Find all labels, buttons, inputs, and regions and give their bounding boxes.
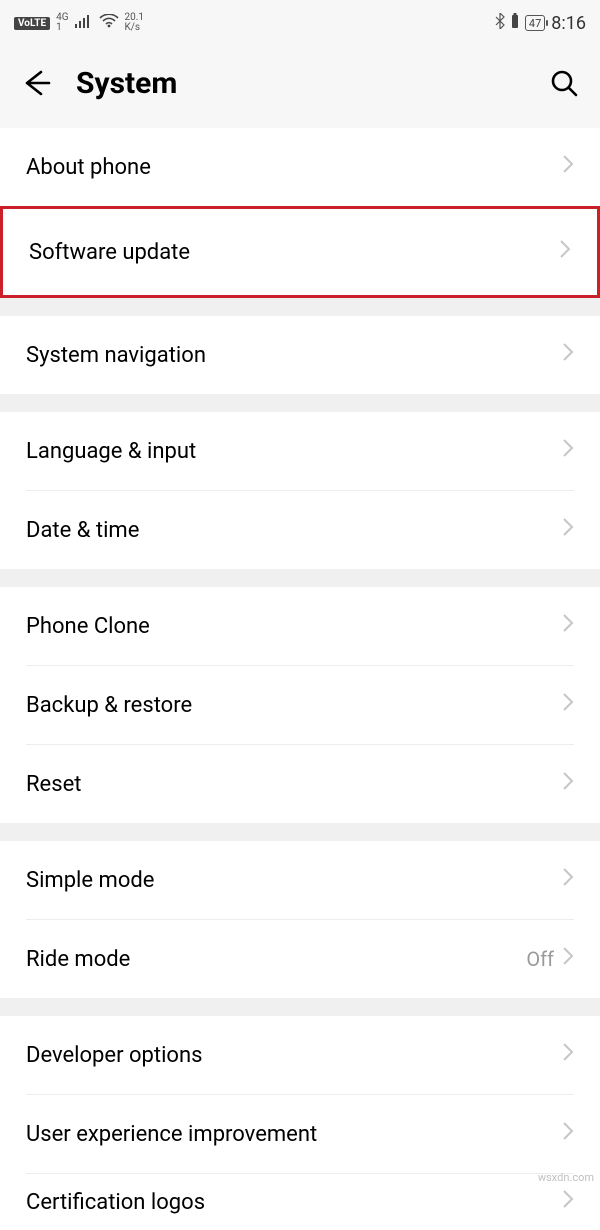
row-label: Date & time bbox=[26, 518, 562, 543]
battery-full-icon bbox=[511, 13, 519, 33]
chevron-right-icon bbox=[562, 342, 574, 368]
row-label: Language & input bbox=[26, 439, 562, 464]
chevron-right-icon bbox=[562, 692, 574, 718]
wifi-icon bbox=[99, 14, 119, 32]
chevron-right-icon bbox=[562, 517, 574, 543]
row-software-update[interactable]: Software update bbox=[0, 206, 600, 298]
row-label: Certification logos bbox=[26, 1190, 562, 1215]
chevron-right-icon bbox=[562, 154, 574, 180]
row-date-time[interactable]: Date & time bbox=[0, 491, 600, 569]
chevron-right-icon bbox=[559, 239, 571, 265]
row-developer-options[interactable]: Developer options bbox=[0, 1016, 600, 1094]
app-header: System bbox=[0, 46, 600, 128]
status-bar: VoLTE 4G 1 20.1 K/s 47 8:16 bbox=[0, 0, 600, 46]
group-separator bbox=[0, 998, 600, 1016]
row-label: Simple mode bbox=[26, 868, 562, 893]
row-user-experience[interactable]: User experience improvement bbox=[0, 1095, 600, 1173]
row-language-input[interactable]: Language & input bbox=[0, 412, 600, 490]
row-phone-clone[interactable]: Phone Clone bbox=[0, 587, 600, 665]
search-button[interactable] bbox=[546, 65, 582, 101]
row-simple-mode[interactable]: Simple mode bbox=[0, 841, 600, 919]
status-right: 47 8:16 bbox=[495, 13, 586, 34]
group-separator bbox=[0, 569, 600, 587]
status-left: VoLTE 4G 1 20.1 K/s bbox=[14, 13, 144, 33]
row-value: Off bbox=[526, 947, 554, 971]
row-reset[interactable]: Reset bbox=[0, 745, 600, 823]
row-label: About phone bbox=[26, 155, 562, 180]
chevron-right-icon bbox=[562, 946, 574, 972]
row-system-navigation[interactable]: System navigation bbox=[0, 316, 600, 394]
clock: 8:16 bbox=[551, 13, 586, 34]
row-label: Phone Clone bbox=[26, 614, 562, 639]
signal-icon bbox=[75, 14, 93, 32]
chevron-right-icon bbox=[562, 438, 574, 464]
row-ride-mode[interactable]: Ride mode Off bbox=[0, 920, 600, 998]
battery-percent: 47 bbox=[525, 15, 545, 31]
row-label: Backup & restore bbox=[26, 693, 562, 718]
page-title: System bbox=[76, 66, 524, 101]
back-button[interactable] bbox=[18, 65, 54, 101]
network-indicator: 4G 1 bbox=[56, 13, 68, 33]
chevron-right-icon bbox=[562, 1189, 574, 1215]
row-label: Ride mode bbox=[26, 947, 526, 972]
group-separator bbox=[0, 394, 600, 412]
chevron-right-icon bbox=[562, 1042, 574, 1068]
group-separator bbox=[0, 298, 600, 316]
row-backup-restore[interactable]: Backup & restore bbox=[0, 666, 600, 744]
row-about-phone[interactable]: About phone bbox=[0, 128, 600, 206]
chevron-right-icon bbox=[562, 867, 574, 893]
chevron-right-icon bbox=[562, 771, 574, 797]
row-label: Reset bbox=[26, 772, 562, 797]
row-label: User experience improvement bbox=[26, 1122, 562, 1147]
bluetooth-icon bbox=[495, 13, 505, 33]
chevron-right-icon bbox=[562, 1121, 574, 1147]
chevron-right-icon bbox=[562, 613, 574, 639]
volte-badge: VoLTE bbox=[14, 17, 50, 30]
row-label: System navigation bbox=[26, 343, 562, 368]
row-label: Developer options bbox=[26, 1043, 562, 1068]
speed-unit: K/s bbox=[125, 23, 145, 33]
row-certification-logos[interactable]: Certification logos bbox=[0, 1174, 600, 1230]
row-label: Software update bbox=[29, 240, 559, 265]
settings-list: About phone Software update System navig… bbox=[0, 128, 600, 1230]
group-separator bbox=[0, 823, 600, 841]
network-sim: 1 bbox=[56, 23, 68, 33]
speed-indicator: 20.1 K/s bbox=[125, 13, 145, 33]
watermark: wsxdn.com bbox=[538, 1171, 594, 1184]
